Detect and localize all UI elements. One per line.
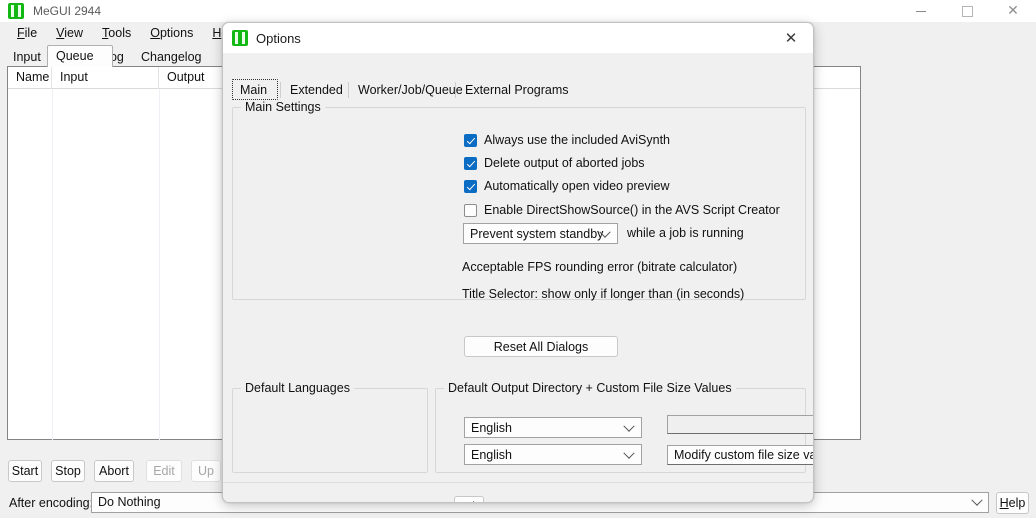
queue-grid-line: [159, 89, 160, 440]
checkbox-label: Automatically open video preview: [484, 179, 670, 193]
reset-all-dialogs-button[interactable]: Reset All Dialogs: [464, 336, 618, 357]
tab-external-programs[interactable]: External Programs: [458, 81, 576, 100]
minimize-icon[interactable]: [898, 0, 944, 22]
abort-button[interactable]: Abort: [94, 460, 134, 482]
checkbox-delete-output-of-aborted-jobs[interactable]: Delete output of aborted jobs: [464, 156, 645, 170]
menu-view[interactable]: View: [47, 24, 93, 42]
megui-logo-icon: [232, 30, 248, 46]
checkbox-automatically-open-video-preview[interactable]: Automatically open video preview: [464, 179, 670, 193]
checkbox-icon: [464, 134, 477, 147]
megui-window-title: MeGUI 2944: [33, 4, 101, 18]
checkbox-icon: [464, 204, 477, 217]
standby-suffix-label: while a job is running: [627, 226, 744, 240]
tab-main[interactable]: Main: [232, 79, 278, 100]
default-languages-group: Default Languages: [232, 388, 428, 473]
checkbox-enable-directshowsource[interactable]: Enable DirectShowSource() in the AVS Scr…: [464, 203, 780, 217]
options-dialog: Options ✕ Main Extended Worker/Job/Queue…: [222, 22, 814, 503]
megui-titlebar: MeGUI 2944 ✕: [0, 0, 1036, 22]
queue-column-name[interactable]: Name: [8, 67, 52, 89]
title-selector-label: Title Selector: show only if longer than…: [462, 287, 744, 301]
close-icon[interactable]: ✕: [990, 0, 1036, 22]
checkbox-icon: [464, 180, 477, 193]
main-help-label: Help: [1000, 496, 1026, 510]
after-encoding-label: After encoding:: [9, 496, 93, 510]
fps-rounding-label: Acceptable FPS rounding error (bitrate c…: [462, 260, 737, 274]
menu-tools[interactable]: Tools: [93, 24, 141, 42]
tab-queue[interactable]: Queue: [47, 45, 113, 67]
checkbox-always-use-included-avisynth[interactable]: Always use the included AviSynth: [464, 133, 670, 147]
options-tab-strip: Main Extended Worker/Job/Queue External …: [223, 79, 813, 100]
tab-changelog[interactable]: Changelog: [133, 48, 217, 66]
custom-file-size-values-field[interactable]: Modify custom file size values: [667, 445, 814, 465]
default-output-directory-group-title: Default Output Directory + Custom File S…: [444, 381, 736, 395]
tab-extended[interactable]: Extended: [283, 81, 350, 100]
queue-column-input[interactable]: Input: [52, 67, 159, 89]
tab-worker-job-queue[interactable]: Worker/Job/Queue: [351, 81, 470, 100]
footer-divider: [223, 482, 813, 483]
checkbox-icon: [464, 157, 477, 170]
options-help-label: Help: [456, 500, 482, 503]
chevron-down-icon: [973, 499, 981, 507]
custom-file-size-values-text: Modify custom file size values: [674, 448, 814, 462]
start-button[interactable]: Start: [8, 460, 42, 482]
default-languages-group-title: Default Languages: [241, 381, 354, 395]
checkbox-label: Enable DirectShowSource() in the AVS Scr…: [484, 203, 780, 217]
megui-logo-icon: [8, 3, 24, 19]
output-directory-field[interactable]: [667, 415, 814, 434]
up-button: Up: [191, 460, 221, 482]
menu-file[interactable]: File: [8, 24, 47, 42]
options-help-button[interactable]: Help: [454, 496, 484, 503]
menu-options[interactable]: Options: [141, 24, 203, 42]
checkbox-label: Always use the included AviSynth: [484, 133, 670, 147]
main-settings-group-title: Main Settings: [241, 100, 325, 114]
options-titlebar: Options ✕: [223, 23, 813, 53]
standby-mode-value: Prevent system standby: [470, 227, 603, 241]
close-icon[interactable]: ✕: [769, 23, 813, 53]
after-encoding-value: Do Nothing: [98, 495, 161, 509]
queue-grid-line: [52, 89, 53, 440]
window-controls: ✕: [898, 0, 1036, 22]
edit-button: Edit: [146, 460, 182, 482]
checkbox-label: Delete output of aborted jobs: [484, 156, 645, 170]
stop-button[interactable]: Stop: [51, 460, 85, 482]
maximize-icon[interactable]: [944, 0, 990, 22]
main-help-button[interactable]: Help: [996, 492, 1029, 514]
standby-mode-combo[interactable]: Prevent system standby: [463, 223, 618, 244]
chevron-down-icon: [601, 231, 609, 237]
options-dialog-title: Options: [256, 31, 301, 46]
